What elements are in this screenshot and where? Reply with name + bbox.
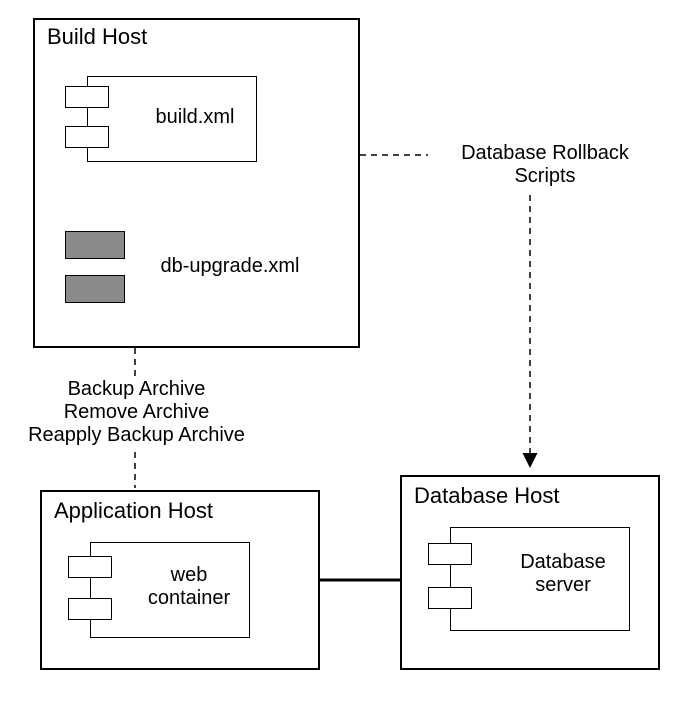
component-label-web-container: web container: [124, 564, 254, 610]
node-title-database-host: Database Host: [414, 483, 560, 509]
edge-label-backup-archive: Backup Archive Remove Archive Reapply Ba…: [14, 378, 259, 447]
component-web-container: web container: [68, 542, 268, 642]
component-label-database-server: Database server: [488, 551, 638, 597]
node-application-host: Application Host web container: [40, 490, 320, 670]
component-build-xml: build.xml: [65, 76, 265, 166]
node-title-application-host: Application Host: [54, 498, 213, 524]
node-build-host: Build Host build.xml db-upgrade.xml: [33, 18, 360, 348]
component-label-build-xml: build.xml: [125, 106, 265, 129]
edge-label-db-rollback-scripts: Database Rollback Scripts: [430, 142, 660, 188]
node-title-build-host: Build Host: [47, 24, 147, 50]
component-label-db-upgrade-xml: db-upgrade.xml: [145, 255, 315, 278]
component-database-server: Database server: [428, 527, 638, 637]
node-database-host: Database Host Database server: [400, 475, 660, 670]
component-db-upgrade-xml: db-upgrade.xml: [65, 225, 305, 315]
